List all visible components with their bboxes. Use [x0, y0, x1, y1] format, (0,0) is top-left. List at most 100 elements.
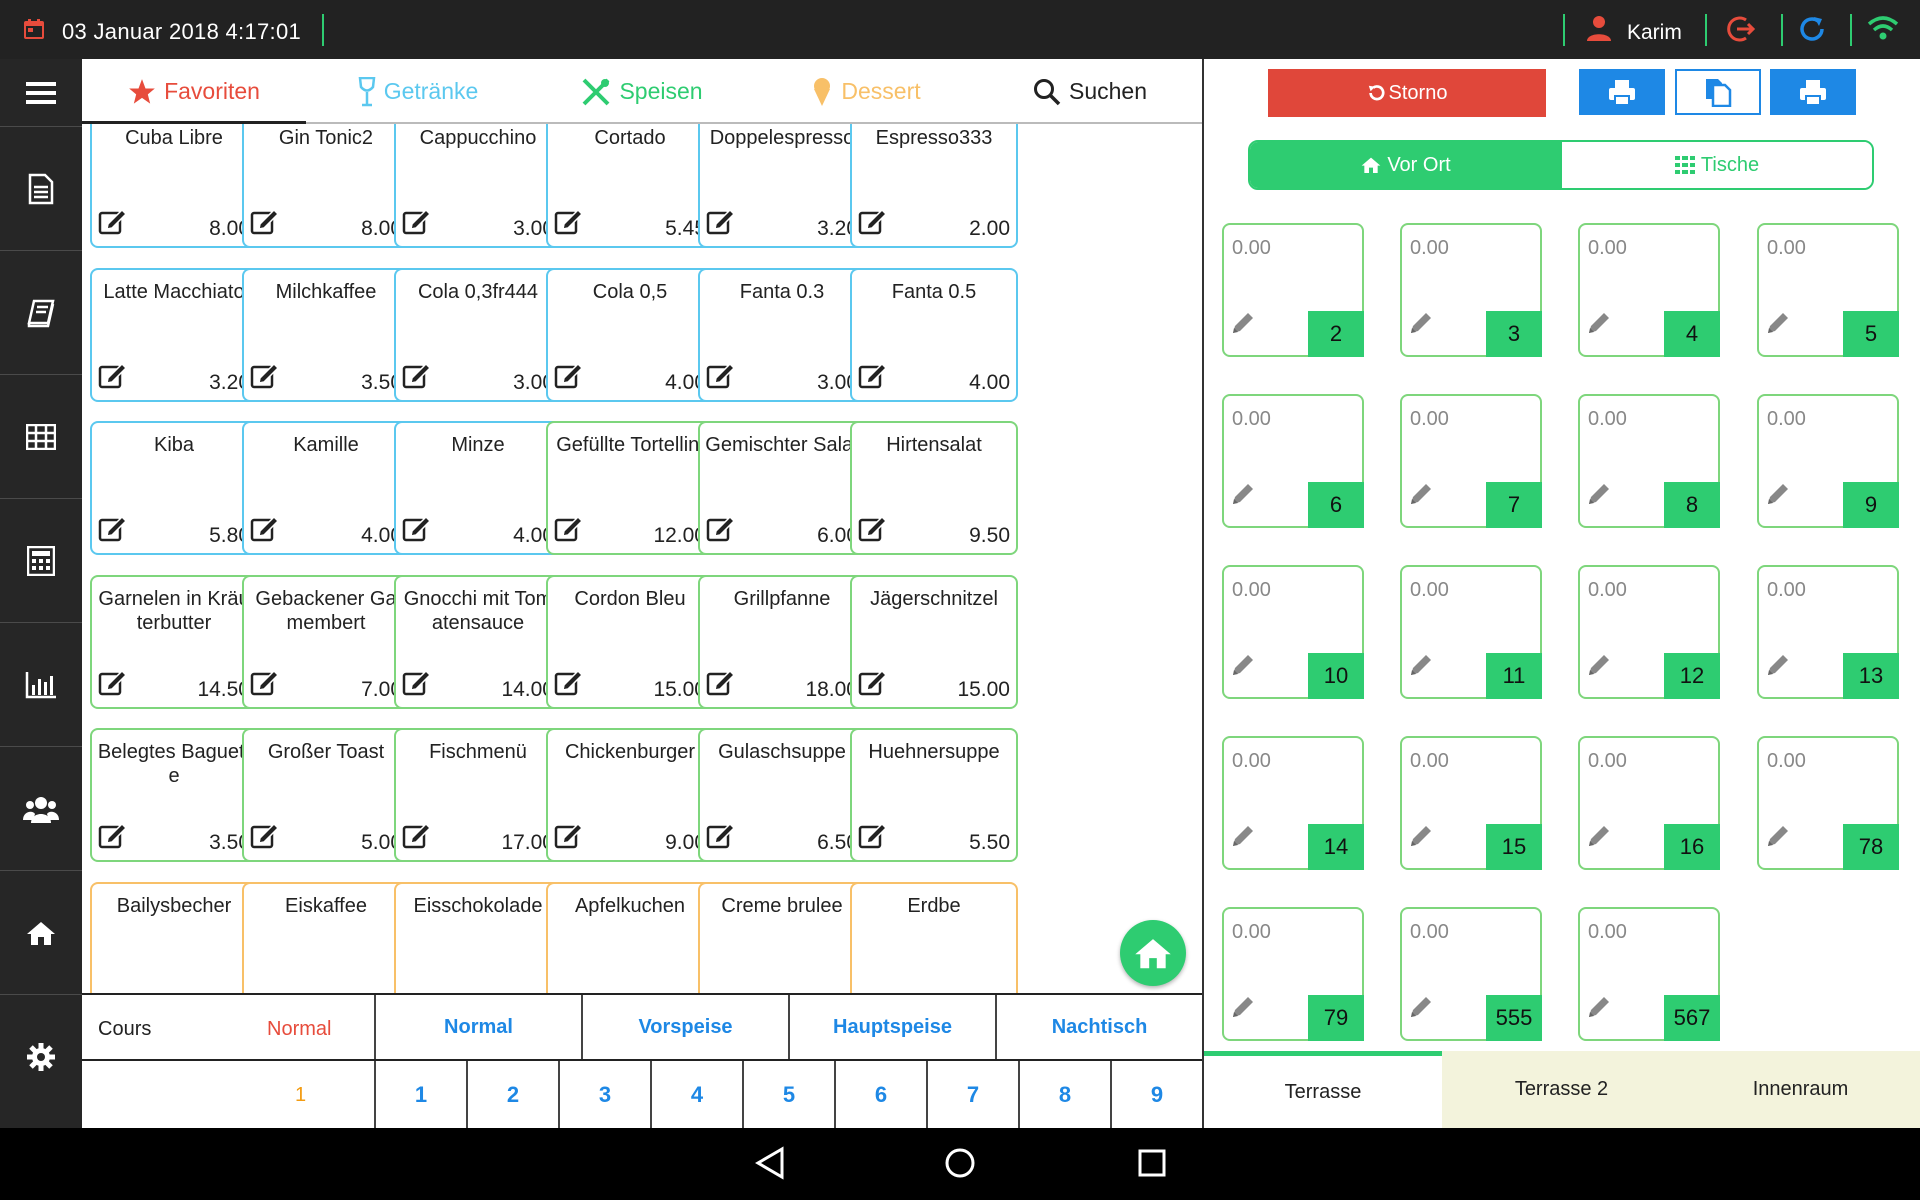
course-dessert-button[interactable]: Nachtisch: [995, 995, 1202, 1059]
product-card[interactable]: Fanta 0.3 3.00: [698, 267, 866, 402]
tische-button[interactable]: Tische: [1562, 142, 1872, 188]
course-starter-button[interactable]: Vorspeise: [581, 995, 788, 1059]
area-tab-terrasse[interactable]: Terrasse: [1204, 1051, 1442, 1128]
product-card[interactable]: Cortado 5.45: [546, 124, 714, 248]
back-icon[interactable]: [754, 1146, 786, 1180]
edit-icon[interactable]: [250, 207, 280, 240]
product-card[interactable]: Fanta 0.5 4.00: [850, 267, 1018, 402]
area-tab-terrasse-2[interactable]: Terrasse 2: [1442, 1051, 1681, 1128]
quantity-button[interactable]: 9: [1110, 1061, 1202, 1128]
table-card[interactable]: 0.00 12: [1578, 565, 1720, 699]
storno-button[interactable]: Storno: [1268, 69, 1546, 117]
table-card[interactable]: 0.00 2: [1222, 223, 1364, 357]
pencil-icon[interactable]: [1408, 310, 1434, 341]
sidebar-item-book[interactable]: [0, 251, 82, 375]
refresh-icon[interactable]: [1797, 14, 1827, 44]
pencil-icon[interactable]: [1586, 994, 1612, 1025]
edit-icon[interactable]: [554, 207, 584, 240]
product-card[interactable]: Chickenburger 9.00: [546, 728, 714, 862]
table-card[interactable]: 0.00 78: [1757, 736, 1899, 870]
edit-icon[interactable]: [706, 514, 736, 547]
edit-icon[interactable]: [402, 207, 432, 240]
menu-button[interactable]: [0, 59, 82, 127]
pencil-icon[interactable]: [1586, 310, 1612, 341]
vor-ort-button[interactable]: Vor Ort: [1250, 142, 1562, 188]
edit-icon[interactable]: [858, 207, 888, 240]
table-card[interactable]: 0.00 10: [1222, 565, 1364, 699]
product-card[interactable]: Jägerschnitzel 15.00: [850, 574, 1018, 709]
table-card[interactable]: 0.00 15: [1400, 736, 1542, 870]
product-card[interactable]: Fischmenü 17.00: [394, 728, 562, 862]
product-card[interactable]: Cola 0,5 4.00: [546, 267, 714, 402]
pencil-icon[interactable]: [1765, 652, 1791, 683]
sidebar-item-documents[interactable]: [0, 127, 82, 251]
quantity-button[interactable]: 6: [834, 1061, 926, 1128]
quantity-button[interactable]: 4: [650, 1061, 742, 1128]
product-card[interactable]: Gulaschsuppe 6.50: [698, 728, 866, 862]
product-card[interactable]: Latte Macchiato 3.20: [90, 267, 258, 402]
product-card[interactable]: Belegtes Baguette 3.50: [90, 728, 258, 862]
quantity-button[interactable]: 5: [742, 1061, 834, 1128]
product-card[interactable]: Kiba 5.80: [90, 421, 258, 555]
sidebar-item-settings[interactable]: [0, 995, 82, 1119]
table-card[interactable]: 0.00 7: [1400, 394, 1542, 528]
pencil-icon[interactable]: [1586, 823, 1612, 854]
product-card[interactable]: Erdbe: [850, 881, 1018, 993]
product-card[interactable]: Cappucchino 3.00: [394, 124, 562, 248]
edit-icon[interactable]: [250, 514, 280, 547]
pencil-icon[interactable]: [1765, 481, 1791, 512]
pencil-icon[interactable]: [1765, 823, 1791, 854]
product-card[interactable]: Gebackener Gamembert 7.00: [242, 574, 410, 709]
sidebar-item-home[interactable]: [0, 871, 82, 995]
edit-icon[interactable]: [98, 361, 128, 394]
course-normal-button[interactable]: Normal: [374, 995, 581, 1059]
product-card[interactable]: Milchkaffee 3.50: [242, 267, 410, 402]
edit-icon[interactable]: [402, 821, 432, 854]
tab-search[interactable]: Suchen: [978, 59, 1202, 124]
quantity-button[interactable]: 2: [466, 1061, 558, 1128]
edit-icon[interactable]: [98, 821, 128, 854]
product-card[interactable]: Großer Toast 5.00: [242, 728, 410, 862]
pencil-icon[interactable]: [1765, 310, 1791, 341]
pencil-icon[interactable]: [1230, 823, 1256, 854]
table-card[interactable]: 0.00 3: [1400, 223, 1542, 357]
calendar-icon[interactable]: [22, 17, 46, 41]
edit-icon[interactable]: [706, 668, 736, 701]
product-card[interactable]: Bailysbecher: [90, 881, 258, 993]
pencil-icon[interactable]: [1230, 994, 1256, 1025]
product-card[interactable]: Kamille 4.00: [242, 421, 410, 555]
table-card[interactable]: 0.00 14: [1222, 736, 1364, 870]
tab-food[interactable]: Speisen: [530, 59, 754, 124]
edit-icon[interactable]: [250, 821, 280, 854]
product-card[interactable]: Cordon Bleu 15.00: [546, 574, 714, 709]
table-card[interactable]: 0.00 555: [1400, 907, 1542, 1041]
edit-icon[interactable]: [250, 361, 280, 394]
tab-drinks[interactable]: Getränke: [306, 59, 530, 124]
edit-icon[interactable]: [402, 361, 432, 394]
table-card[interactable]: 0.00 8: [1578, 394, 1720, 528]
pencil-icon[interactable]: [1408, 652, 1434, 683]
edit-icon[interactable]: [402, 668, 432, 701]
product-card[interactable]: Eisschokolade: [394, 881, 562, 993]
tab-dessert[interactable]: Dessert: [754, 59, 978, 124]
table-card[interactable]: 0.00 79: [1222, 907, 1364, 1041]
edit-icon[interactable]: [858, 361, 888, 394]
print-kitchen-button[interactable]: [1770, 69, 1856, 115]
product-card[interactable]: Gefüllte Tortellini 12.00: [546, 421, 714, 555]
pencil-icon[interactable]: [1230, 310, 1256, 341]
edit-icon[interactable]: [402, 514, 432, 547]
pencil-icon[interactable]: [1408, 823, 1434, 854]
table-card[interactable]: 0.00 6: [1222, 394, 1364, 528]
product-card[interactable]: Grillpfanne 18.00: [698, 574, 866, 709]
pencil-icon[interactable]: [1586, 652, 1612, 683]
table-card[interactable]: 0.00 5: [1757, 223, 1899, 357]
quantity-button[interactable]: 7: [926, 1061, 1018, 1128]
table-card[interactable]: 0.00 13: [1757, 565, 1899, 699]
table-card[interactable]: 0.00 4: [1578, 223, 1720, 357]
pencil-icon[interactable]: [1230, 652, 1256, 683]
product-card[interactable]: Huehnersuppe 5.50: [850, 728, 1018, 862]
edit-icon[interactable]: [554, 361, 584, 394]
sidebar-item-calculator[interactable]: [0, 499, 82, 623]
edit-icon[interactable]: [858, 821, 888, 854]
edit-icon[interactable]: [706, 361, 736, 394]
